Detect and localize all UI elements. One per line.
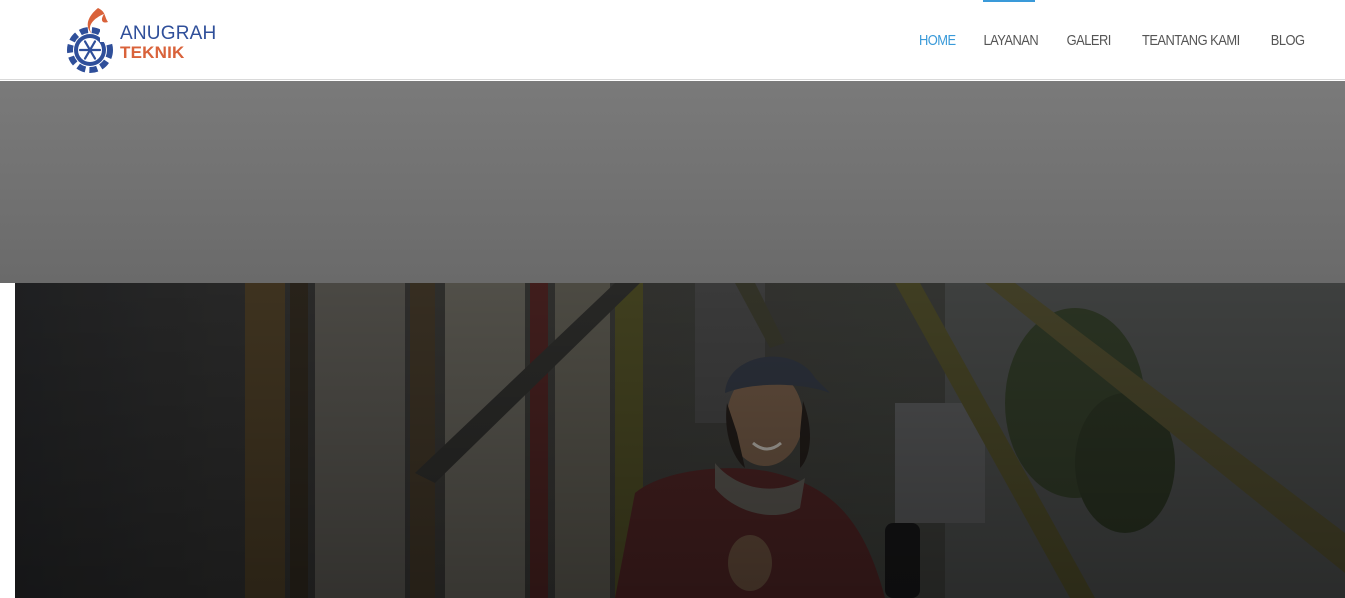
- hero-banner-top: [0, 81, 1345, 283]
- nav-item-tentang-kami[interactable]: TEANTANG KAMI: [1142, 32, 1240, 49]
- site-header: ANUGRAH TEKNIK HOME LAYANAN GALERI TEANT…: [0, 0, 1345, 80]
- nav-item-home[interactable]: HOME: [919, 32, 956, 49]
- brand-line-2: TEKNIK: [120, 43, 185, 62]
- gear-snowflake-icon: [67, 8, 116, 73]
- nav-item-layanan[interactable]: LAYANAN: [984, 32, 1039, 49]
- nav-item-galeri[interactable]: GALERI: [1066, 32, 1111, 49]
- hero-photo: [15, 283, 1345, 598]
- main-nav: HOME LAYANAN GALERI TEANTANG KAMI BLOG: [896, 0, 1307, 80]
- technician-photo-icon: [15, 283, 1345, 598]
- brand-line-1: ANUGRAH: [120, 23, 217, 44]
- nav-item-blog[interactable]: BLOG: [1270, 32, 1304, 49]
- brand-logo[interactable]: ANUGRAH TEKNIK: [64, 4, 224, 76]
